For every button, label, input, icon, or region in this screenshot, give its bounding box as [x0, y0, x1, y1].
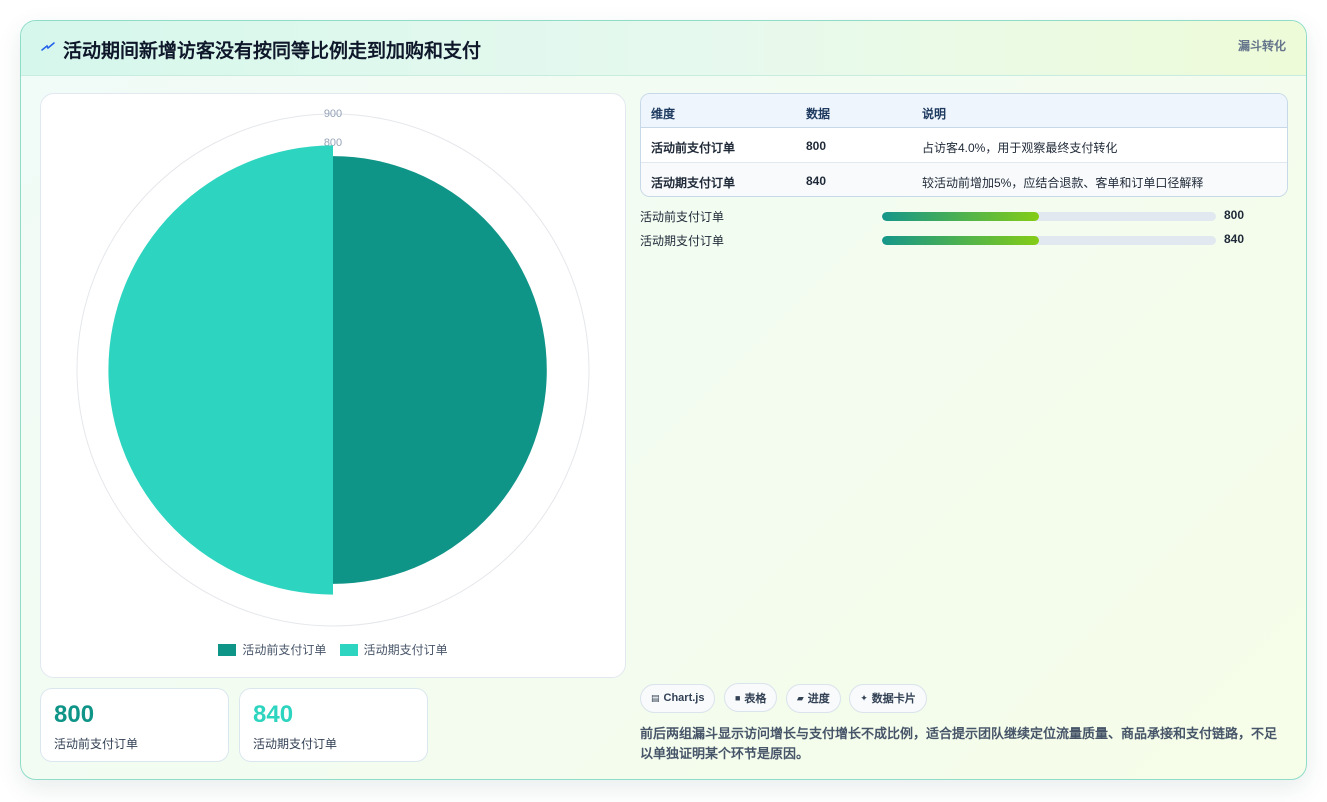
- chip-table[interactable]: ■ 表格: [723, 683, 778, 712]
- radial-tick-label: 900: [324, 108, 342, 120]
- table-icon: ■: [734, 692, 741, 703]
- chip-label: 进度: [807, 693, 830, 705]
- data-table: 维度 数据 说明 活动前支付订单 800 占访客4.0%，用于观察最终支付转化 …: [640, 93, 1288, 197]
- chart-legend: 活动前支付订单 活动期支付订单: [41, 641, 625, 659]
- pie-chart: 800 900: [76, 108, 590, 627]
- progress-label: 活动期支付订单: [640, 234, 725, 248]
- legend-swatch: [218, 643, 237, 656]
- bolt-icon: [41, 42, 55, 51]
- table-cell: 活动前支付订单: [651, 141, 736, 155]
- progress-fill: [882, 212, 1039, 221]
- legend-item[interactable]: 活动前支付订单: [218, 641, 326, 658]
- table-header-row: 维度 数据 说明: [641, 94, 1287, 128]
- table-cell: 占访客4.0%，用于观察最终支付转化: [922, 141, 1118, 155]
- table-row: 活动期支付订单 840 较活动前增加5%，应结合退款、客单和订单口径解释: [641, 163, 1287, 196]
- table-cell: 较活动前增加5%，应结合退款、客单和订单口径解释: [922, 176, 1204, 190]
- chart-icon: ▤: [651, 692, 660, 703]
- stat-card-before: 800 活动前支付订单: [40, 688, 229, 762]
- progress-label: 活动前支付订单: [640, 210, 725, 224]
- progress-fill: [882, 236, 1039, 245]
- stat-card-during: 840 活动期支付订单: [239, 688, 428, 762]
- progress-value: 840: [1224, 232, 1245, 246]
- stat-label: 活动期支付订单: [253, 737, 338, 751]
- stat-label: 活动前支付订单: [54, 737, 139, 751]
- category-tag: 漏斗转化: [1237, 39, 1286, 53]
- progress-track: [882, 212, 1216, 221]
- chart-panel: 800 900 活动前支付订单 活动期支付订单: [40, 93, 626, 678]
- chip-label: Chart.js: [663, 692, 705, 704]
- progress-track: [882, 236, 1216, 245]
- stat-value: 840: [253, 701, 294, 728]
- chip-progress[interactable]: ▰ 进度: [785, 683, 841, 713]
- table-cell: 840: [806, 174, 827, 188]
- legend-label: 活动前支付订单: [242, 643, 327, 657]
- progress-row: 活动期支付订单 840: [640, 232, 1288, 248]
- chip-chartjs[interactable]: ▤ Chart.js: [640, 683, 716, 713]
- dashboard-card: 活动期间新增访客没有按同等比例走到加购和支付 漏斗转化 800 900 活动前支…: [20, 20, 1307, 780]
- legend-swatch: [339, 643, 358, 656]
- sparkle-icon: ✦: [860, 692, 868, 703]
- legend-item[interactable]: 活动期支付订单: [339, 641, 448, 658]
- summary-text: 前后两组漏斗显示访问增长与支付增长不成比例，适合提示团队继续定位流量质量、商品承…: [640, 726, 1278, 761]
- table-cell: 活动期支付订单: [651, 176, 736, 190]
- column-header: 说明: [922, 107, 947, 121]
- card-header: 活动期间新增访客没有按同等比例走到加购和支付 漏斗转化: [21, 21, 1306, 76]
- column-header: 数据: [806, 107, 831, 121]
- chip-label: 表格: [744, 692, 767, 705]
- page-title: 活动期间新增访客没有按同等比例走到加购和支付: [63, 41, 482, 62]
- feature-chips: ▤ Chart.js ■ 表格 ▰ 进度 ✦ 数据卡片: [640, 683, 931, 713]
- progress-icon: ▰: [796, 692, 804, 703]
- legend-label: 活动期支付订单: [363, 643, 448, 657]
- chip-label: 数据卡片: [871, 693, 916, 705]
- progress-row: 活动前支付订单 800: [640, 208, 1288, 224]
- pie-slice-before[interactable]: [333, 156, 547, 584]
- stat-value: 800: [54, 701, 95, 728]
- column-header: 维度: [651, 107, 676, 121]
- pie-slice-during[interactable]: [108, 145, 333, 595]
- progress-value: 800: [1224, 208, 1245, 222]
- table-cell: 800: [806, 139, 827, 153]
- chip-data-cards[interactable]: ✦ 数据卡片: [849, 683, 927, 713]
- table-row: 活动前支付订单 800 占访客4.0%，用于观察最终支付转化: [641, 128, 1287, 163]
